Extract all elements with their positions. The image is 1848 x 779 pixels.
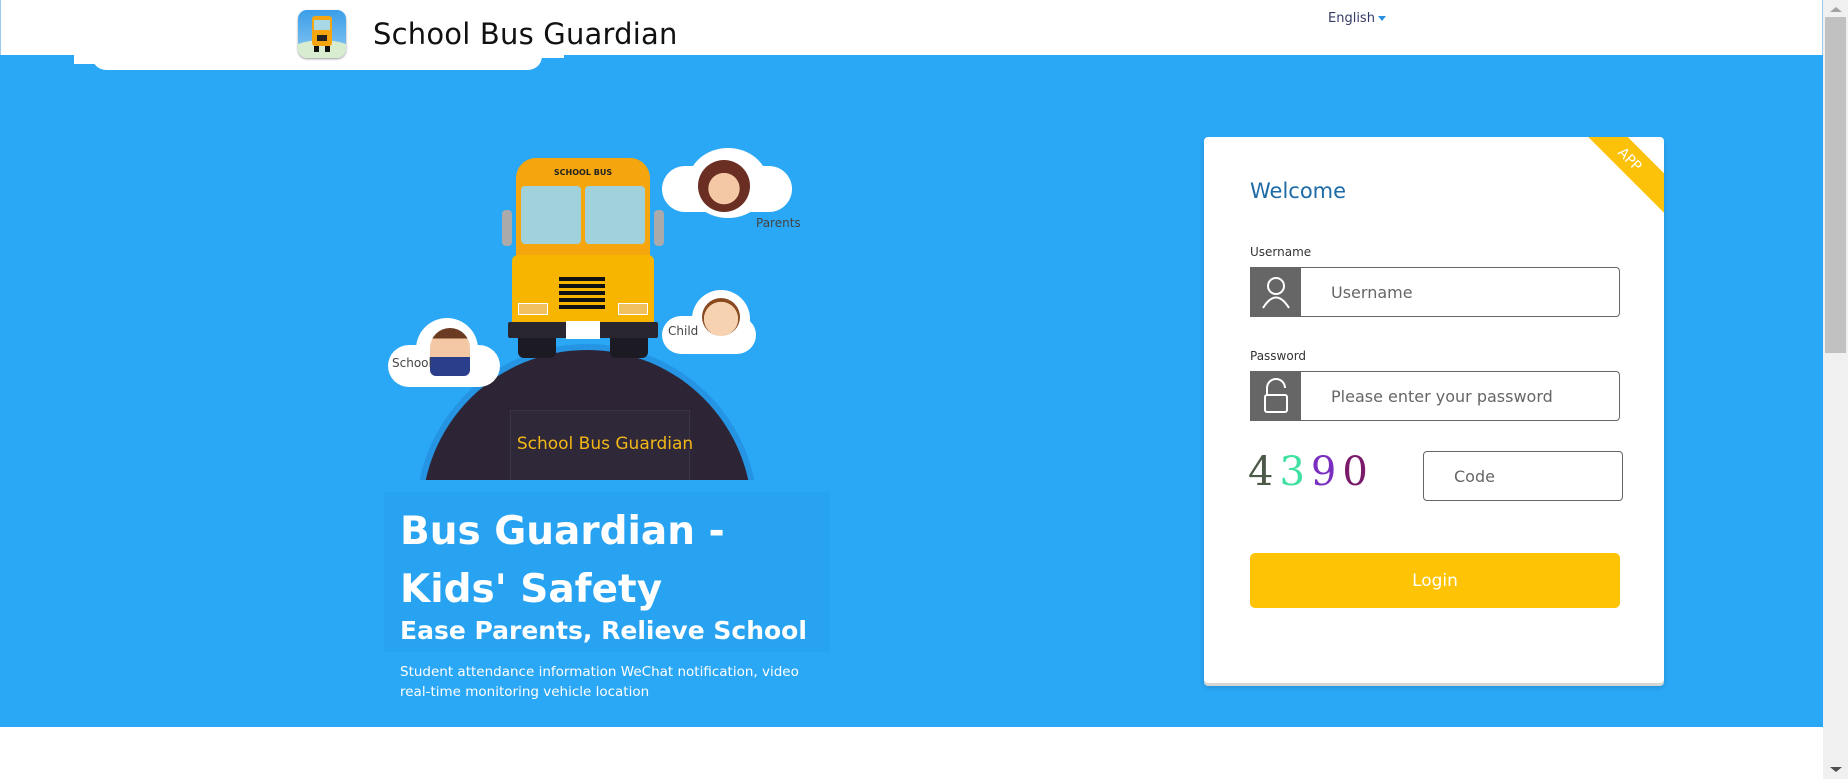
child-label: Child bbox=[668, 324, 699, 338]
captcha-digit: 0 bbox=[1342, 449, 1374, 495]
captcha-image[interactable]: 4390 bbox=[1248, 449, 1398, 495]
login-button[interactable]: Login bbox=[1250, 553, 1620, 608]
captcha-digit: 3 bbox=[1279, 449, 1311, 495]
code-field bbox=[1423, 451, 1623, 501]
hero-subtitle: Ease Parents, Relieve School bbox=[400, 616, 807, 645]
scroll-up-arrow-icon[interactable] bbox=[1830, 7, 1842, 12]
school-bus-illustration: School Bus Guardian SCHOOL BUS Parents C… bbox=[380, 120, 830, 480]
hero-title: Bus Guardian - Kids' Safety bbox=[400, 509, 725, 612]
bus: SCHOOL BUS bbox=[502, 150, 664, 360]
username-label: Username bbox=[1250, 245, 1312, 259]
app-ribbon[interactable]: APP bbox=[1570, 137, 1664, 219]
code-input[interactable] bbox=[1424, 452, 1622, 500]
password-input[interactable] bbox=[1301, 372, 1619, 420]
user-icon bbox=[1250, 267, 1301, 317]
login-card: APP Welcome Username Password 4390 Login bbox=[1204, 137, 1664, 683]
password-label: Password bbox=[1250, 349, 1307, 363]
hero-description: Student attendance information WeChat no… bbox=[400, 664, 799, 700]
headlight-right bbox=[618, 303, 648, 315]
welcome-heading: Welcome bbox=[1250, 179, 1347, 203]
left-mirror bbox=[502, 210, 512, 246]
scrollbar-thumb[interactable] bbox=[1825, 17, 1846, 353]
headlight-left bbox=[518, 303, 548, 315]
unlock-icon bbox=[1250, 371, 1301, 421]
bus-sign: SCHOOL BUS bbox=[553, 168, 613, 177]
child-avatar bbox=[702, 298, 740, 336]
parent-avatar bbox=[698, 160, 750, 212]
caret-down-icon bbox=[1377, 16, 1386, 21]
username-input[interactable] bbox=[1301, 268, 1619, 316]
school-bus-app-icon[interactable] bbox=[298, 10, 346, 58]
parents-label: Parents bbox=[756, 216, 801, 230]
teacher-avatar bbox=[430, 328, 470, 376]
scroll-down-arrow-icon[interactable] bbox=[1830, 767, 1842, 772]
license-plate bbox=[566, 321, 600, 339]
language-label: English bbox=[1328, 11, 1375, 26]
page-scrollbar[interactable] bbox=[1823, 0, 1848, 779]
hill-label: School Bus Guardian bbox=[516, 434, 694, 454]
wheel-left bbox=[518, 338, 556, 358]
bus-window-right bbox=[585, 186, 645, 244]
bus-window-left bbox=[521, 186, 581, 244]
wheel-right bbox=[610, 338, 648, 358]
captcha-digit: 9 bbox=[1310, 449, 1343, 495]
bus-cabin: SCHOOL BUS bbox=[516, 158, 650, 270]
password-field bbox=[1250, 371, 1620, 421]
captcha-digit: 4 bbox=[1248, 449, 1280, 495]
language-selector[interactable]: English bbox=[1328, 11, 1386, 26]
username-field bbox=[1250, 267, 1620, 317]
bus-body bbox=[512, 255, 654, 325]
site-title: School Bus Guardian bbox=[373, 17, 678, 51]
bus-grille bbox=[559, 277, 605, 311]
school-label: School bbox=[392, 356, 432, 370]
right-mirror bbox=[654, 210, 664, 246]
